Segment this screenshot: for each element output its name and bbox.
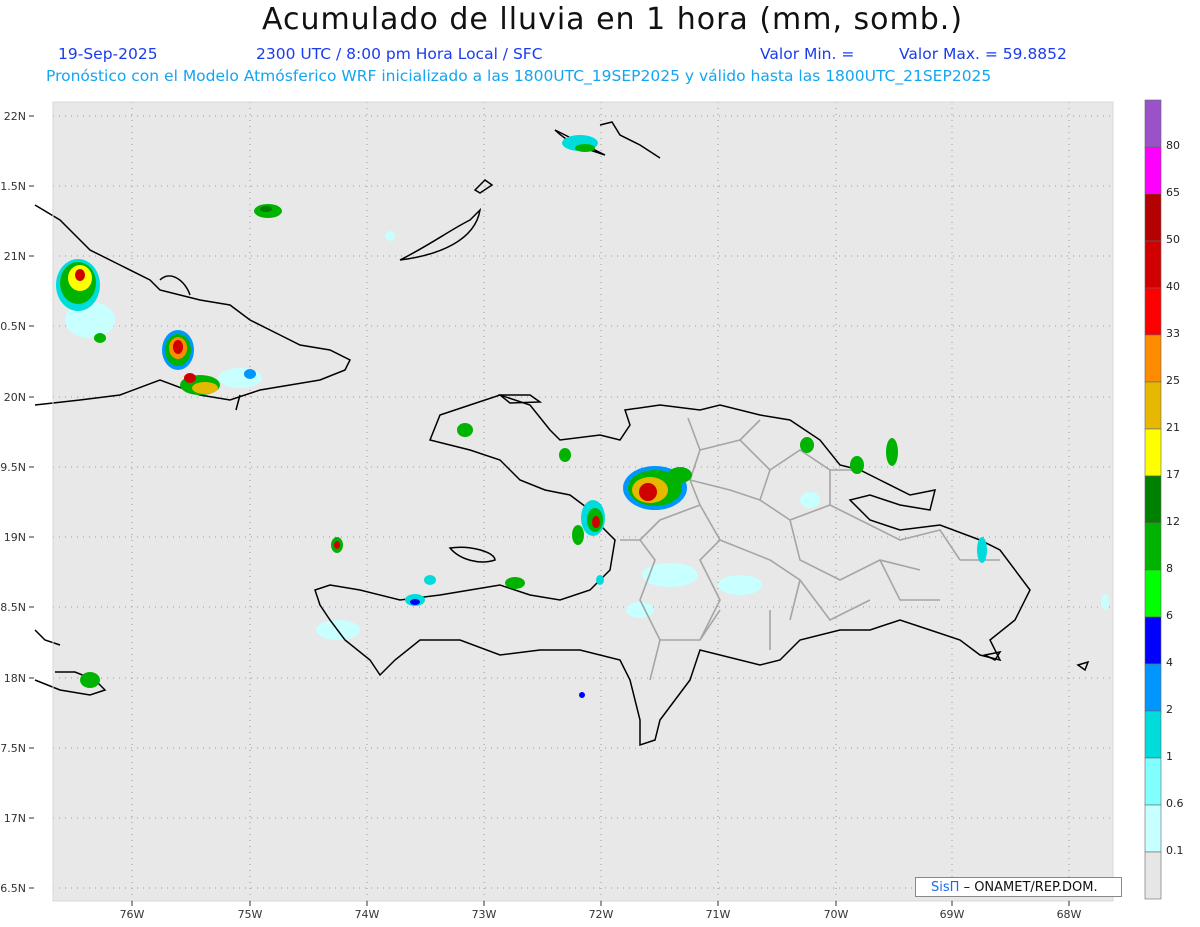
lon-label: 69W xyxy=(940,908,965,921)
lon-label: 74W xyxy=(355,908,380,921)
latitude-labels: 22N 1.5N 21N 0.5N 20N 9.5N 19N 8.5N 18N … xyxy=(0,110,26,895)
colorbar-label: 33 xyxy=(1166,327,1180,340)
colorbar-label: 8 xyxy=(1166,562,1173,575)
colorbar-label: 12 xyxy=(1166,515,1180,528)
colorbar-segment xyxy=(1144,663,1162,712)
lat-label: 17N xyxy=(4,812,26,825)
colorbar-label: 80 xyxy=(1166,139,1180,152)
lat-label: 6.5N xyxy=(0,882,26,895)
colorbar-label: 21 xyxy=(1166,421,1180,434)
colorbar-segment xyxy=(1144,99,1162,148)
colorbar-label: 2 xyxy=(1166,703,1173,716)
colorbar-segment xyxy=(1144,240,1162,289)
colorbar-label: 0.6 xyxy=(1166,797,1184,810)
colorbar-segment xyxy=(1144,381,1162,430)
map-background xyxy=(53,102,1113,901)
colorbar-segment xyxy=(1144,616,1162,665)
colorbar-segment xyxy=(1144,710,1162,759)
colorbar-label: 4 xyxy=(1166,656,1173,669)
colorbar-segment xyxy=(1144,804,1162,853)
colorbar-label: 40 xyxy=(1166,280,1180,293)
precipitation-map: 22N 1.5N 21N 0.5N 20N 9.5N 19N 8.5N 18N … xyxy=(0,99,1184,921)
lon-label: 70W xyxy=(824,908,849,921)
colorbar-label: 0.1 xyxy=(1166,844,1184,857)
colorbar-segment xyxy=(1144,757,1162,806)
colorbar-label: 1 xyxy=(1166,750,1173,763)
colorbar-segment xyxy=(1144,851,1162,900)
lon-label: 76W xyxy=(120,908,145,921)
lat-label: 22N xyxy=(4,110,26,123)
colorbar-segment xyxy=(1144,569,1162,618)
colorbar-segment xyxy=(1144,334,1162,383)
lat-label: 1.5N xyxy=(0,180,26,193)
lon-label: 68W xyxy=(1057,908,1082,921)
colorbar xyxy=(1144,99,1162,900)
lon-label: 73W xyxy=(472,908,497,921)
lat-label: 7.5N xyxy=(0,742,26,755)
latitude-ticks xyxy=(29,115,34,889)
colorbar-label: 6 xyxy=(1166,609,1173,622)
lon-label: 71W xyxy=(706,908,731,921)
longitude-ticks xyxy=(131,901,1070,906)
lon-label: 72W xyxy=(589,908,614,921)
colorbar-labels: 80 65 50 40 33 25 21 17 12 8 6 4 2 1 0.6… xyxy=(1166,139,1184,857)
lat-label: 9.5N xyxy=(0,461,26,474)
credit-text: – ONAMET/REP.DOM. xyxy=(963,880,1098,895)
colorbar-label: 17 xyxy=(1166,468,1180,481)
colorbar-label: 65 xyxy=(1166,186,1180,199)
colorbar-segment xyxy=(1144,522,1162,571)
colorbar-label: 50 xyxy=(1166,233,1180,246)
longitude-labels: 76W 75W 74W 73W 72W 71W 70W 69W 68W xyxy=(120,908,1082,921)
lat-label: 0.5N xyxy=(0,320,26,333)
colorbar-segment xyxy=(1144,146,1162,195)
sisPi-logo: SisΠ xyxy=(931,880,960,895)
colorbar-segment xyxy=(1144,475,1162,524)
lat-label: 18N xyxy=(4,672,26,685)
credit-box: SisΠ – ONAMET/REP.DOM. xyxy=(915,877,1122,897)
colorbar-label: 25 xyxy=(1166,374,1180,387)
lat-label: 20N xyxy=(4,391,26,404)
colorbar-segment xyxy=(1144,428,1162,477)
lon-label: 75W xyxy=(238,908,263,921)
lat-label: 21N xyxy=(4,250,26,263)
colorbar-segment xyxy=(1144,193,1162,242)
lat-label: 8.5N xyxy=(0,601,26,614)
colorbar-segment xyxy=(1144,287,1162,336)
lat-label: 19N xyxy=(4,531,26,544)
